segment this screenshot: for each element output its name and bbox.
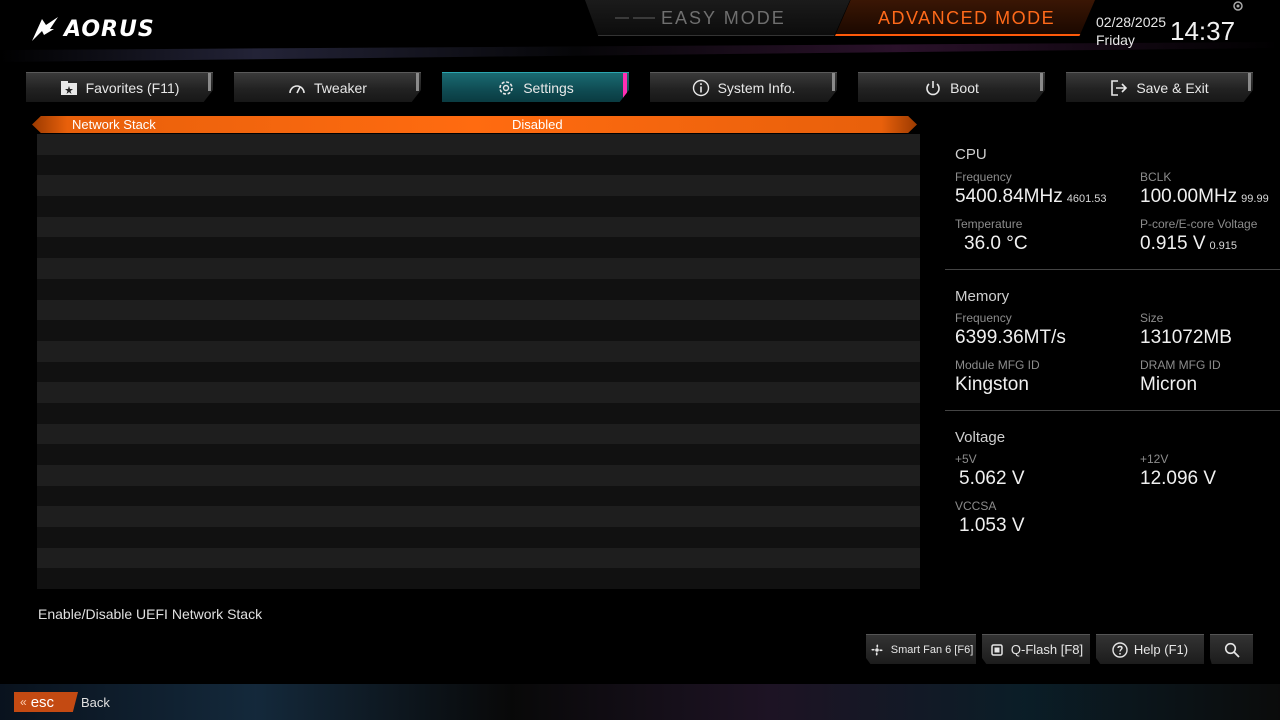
voltage-title: Voltage [955, 429, 1006, 446]
tab-favorites-label: Favorites (F11) [85, 79, 180, 96]
dram-mfg-label: DRAM MFG ID [1140, 358, 1221, 372]
main-tabs: Favorites (F11) Tweaker Settings System … [26, 72, 1256, 102]
settings-gear-icon[interactable] [1232, 0, 1244, 12]
header-decor-stripe [0, 42, 1280, 62]
tab-settings-label: Settings [523, 79, 574, 96]
memory-size-value: 131072MB [1140, 327, 1232, 348]
memory-frequency-value: 6399.36MT/s [955, 327, 1066, 348]
esc-label: esc [30, 693, 55, 711]
tab-save-exit-label: Save & Exit [1136, 79, 1209, 96]
qflash-label: Q-Flash [F8] [1010, 642, 1084, 657]
advanced-mode-button[interactable]: ADVANCED MODE [835, 0, 1095, 36]
info-icon [692, 79, 710, 97]
bclk-value: 100.00MHz 99.99 [1140, 186, 1269, 207]
cpu-temp-label: Temperature [955, 217, 1023, 231]
weekday-text: Friday [1096, 32, 1135, 48]
search-button[interactable] [1210, 634, 1253, 664]
clock: 14:37 [1170, 16, 1236, 46]
setting-row-network-stack[interactable]: Network Stack Disabled [32, 116, 917, 133]
qflash-button[interactable]: Q-Flash [F8] [982, 634, 1090, 664]
item-help-text: Enable/Disable UEFI Network Stack [38, 606, 263, 622]
tab-system-info-label: System Info. [717, 79, 796, 96]
tab-tweaker[interactable]: Tweaker [234, 72, 421, 102]
speedometer-icon [288, 79, 306, 97]
core-voltage-label: P-core/E-core Voltage [1140, 217, 1258, 231]
smart-fan-label: Smart Fan 6 [F6] [890, 643, 974, 656]
v5-label: +5V [955, 452, 977, 466]
tab-settings[interactable]: Settings [442, 72, 629, 102]
chip-icon [991, 643, 1003, 656]
help-button[interactable]: Help (F1) [1096, 634, 1204, 664]
star-folder-icon [60, 79, 78, 97]
voltage-section: Voltage +5V 5.062 V +12V 12.096 V VCCSA … [945, 423, 1280, 553]
memory-size-label: Size [1140, 311, 1164, 325]
setting-name: Network Stack [72, 117, 156, 132]
help-label: Help (F1) [1133, 642, 1189, 657]
tab-save-exit[interactable]: Save & Exit [1066, 72, 1253, 102]
bclk-label: BCLK [1140, 170, 1172, 184]
power-icon [924, 79, 942, 97]
dram-mfg-value: Micron [1140, 374, 1198, 395]
cpu-temp-value: 36.0 °C [964, 233, 1028, 254]
smart-fan-button[interactable]: Smart Fan 6 [F6] [866, 634, 976, 664]
v5-value: 5.062 V [959, 468, 1025, 489]
date-text: 02/28/2025 [1096, 14, 1167, 30]
module-mfg-value: Kingston [955, 374, 1029, 395]
tab-boot-label: Boot [950, 79, 979, 96]
double-chevron-left-icon: « [20, 695, 27, 709]
cpu-section: CPU Frequency 5400.84MHz 4601.53 BCLK 100… [945, 140, 1280, 270]
fan-icon [871, 643, 883, 656]
v12-value: 12.096 V [1140, 468, 1217, 489]
help-icon [1112, 641, 1128, 658]
date-display: 02/28/2025 Friday [1096, 13, 1166, 49]
tab-tweaker-label: Tweaker [314, 79, 367, 96]
tab-system-info[interactable]: System Info. [650, 72, 837, 102]
settings-list [37, 134, 920, 590]
module-mfg-label: Module MFG ID [955, 358, 1040, 372]
tab-boot[interactable]: Boot [858, 72, 1045, 102]
aorus-eagle-icon [32, 17, 58, 41]
gear-icon [497, 79, 515, 97]
v12-label: +12V [1140, 452, 1169, 466]
memory-title: Memory [955, 288, 1010, 305]
cpu-title: CPU [955, 146, 987, 163]
tab-favorites[interactable]: Favorites (F11) [26, 72, 213, 102]
setting-value[interactable]: Disabled [512, 117, 563, 132]
memory-frequency-label: Frequency [955, 311, 1012, 325]
cpu-frequency-label: Frequency [955, 170, 1012, 184]
search-icon [1224, 642, 1240, 658]
top-header: AORUS EASY MODE ADVANCED MODE 02/28/2025… [0, 0, 1280, 62]
vccsa-label: VCCSA [955, 499, 997, 513]
advanced-mode-label: ADVANCED MODE [878, 8, 1056, 28]
vccsa-value: 1.053 V [959, 515, 1025, 536]
footer-decor-stripe [0, 684, 1280, 720]
core-voltage-value: 0.915 V 0.915 [1140, 233, 1238, 254]
esc-button[interactable]: « esc [14, 692, 78, 712]
easy-mode-button[interactable]: EASY MODE [585, 0, 850, 36]
memory-section: Memory Frequency 6399.36MT/s Size 131072… [945, 282, 1280, 412]
brand-logo: AORUS [30, 14, 155, 44]
exit-icon [1110, 79, 1128, 97]
brand-name: AORUS [64, 16, 155, 42]
easy-mode-label: EASY MODE [661, 8, 786, 28]
cpu-frequency-value: 5400.84MHz 4601.53 [955, 186, 1107, 207]
back-label: Back [81, 695, 110, 710]
